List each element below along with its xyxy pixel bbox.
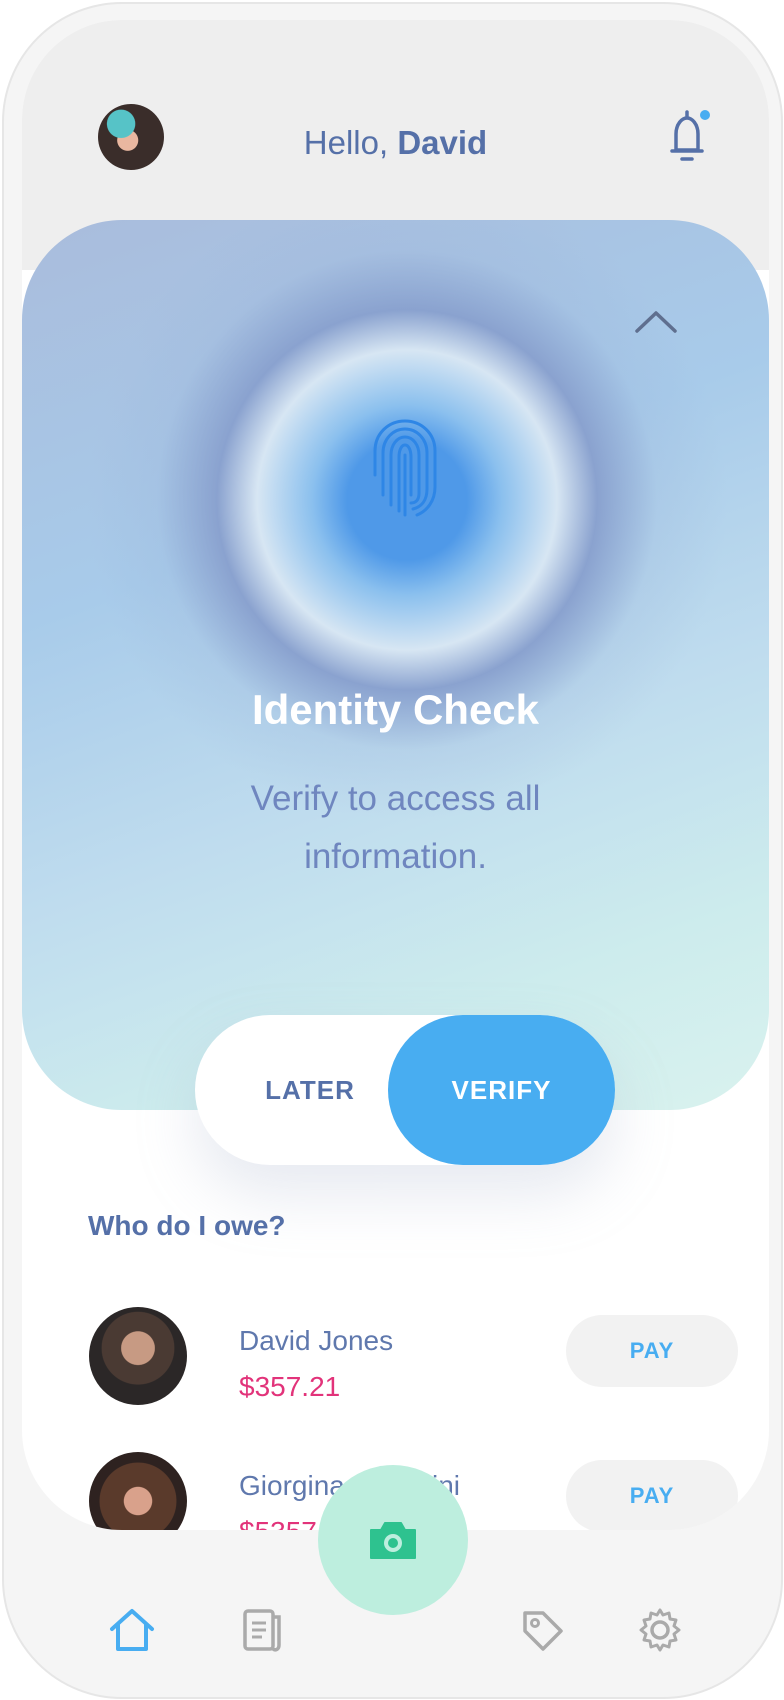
device-frame: Hello, David Identity Check Verify to ac…: [2, 2, 783, 1699]
greeting: Hello, David: [22, 124, 769, 162]
greeting-name: David: [397, 124, 488, 161]
identity-subtitle: Verify to access all information.: [250, 779, 541, 876]
later-verify-toggle: LATER VERIFY: [195, 1015, 615, 1165]
person-name: David Jones: [239, 1325, 394, 1356]
identity-check-card: Identity Check Verify to access all info…: [22, 220, 769, 1110]
avatar: [89, 1307, 187, 1405]
amount-owed: $357.21: [239, 1371, 341, 1402]
home-icon[interactable]: [107, 1605, 157, 1655]
who-do-i-owe-heading: Who do I owe?: [88, 1210, 286, 1241]
pay-button[interactable]: PAY: [566, 1315, 738, 1387]
gear-icon[interactable]: [635, 1605, 685, 1655]
app-screen: Hello, David Identity Check Verify to ac…: [22, 20, 769, 1530]
camera-button[interactable]: [318, 1465, 468, 1615]
greeting-prefix: Hello,: [303, 124, 398, 161]
receipt-icon[interactable]: [236, 1605, 286, 1655]
avatar: [89, 1452, 187, 1530]
camera-icon: [370, 1522, 416, 1559]
fingerprint-icon[interactable]: [365, 415, 445, 525]
tag-icon[interactable]: [517, 1605, 567, 1655]
bell-icon[interactable]: [662, 106, 712, 166]
verify-button[interactable]: VERIFY: [388, 1015, 615, 1165]
pay-button[interactable]: PAY: [566, 1460, 738, 1530]
chevron-up-icon[interactable]: [634, 308, 678, 334]
owe-list-item: David Jones $357.21 PAY: [22, 1307, 769, 1407]
identity-title: Identity Check: [251, 686, 540, 733]
